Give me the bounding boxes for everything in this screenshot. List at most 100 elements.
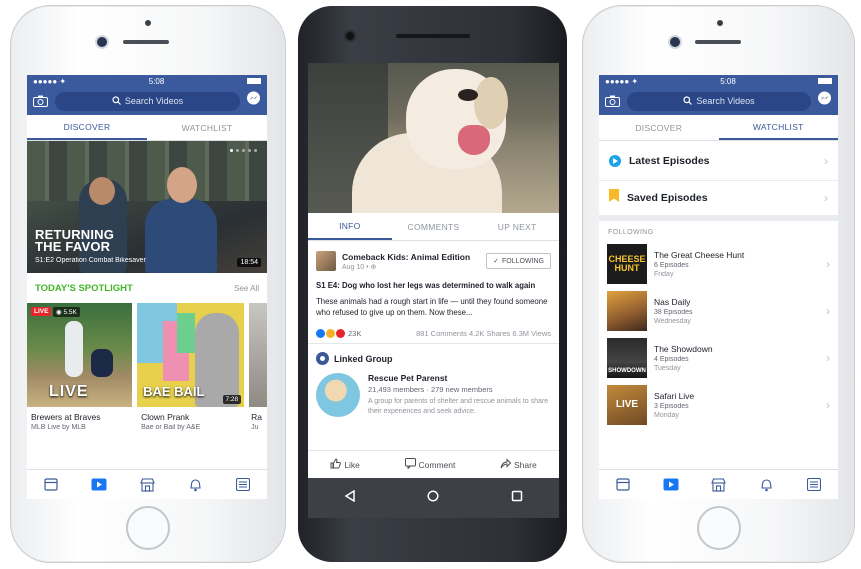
screen-video-info: INFO COMMENTS UP NEXT Comeback Kids: Ani… [308, 63, 559, 478]
dog-tongue [458, 125, 490, 155]
video-tabs: DISCOVER WATCHLIST [599, 115, 838, 141]
reactions[interactable]: 23K [316, 329, 361, 338]
search-input[interactable]: Search Videos [627, 91, 811, 111]
spotlight-card[interactable]: BAE BAIL 7:28 Clown Prank Bae or Bail by… [137, 303, 245, 431]
group-description: A group for parents of shelter and rescu… [368, 398, 549, 415]
hero-subtitle: S1:E2 Operation Combat Bikesaver [35, 257, 146, 264]
love-reaction-icon [336, 329, 345, 338]
back-triangle-icon[interactable] [344, 489, 356, 507]
group-members: 21,493 members · 279 new members [368, 385, 493, 394]
hero-title-line2: THE FAVOR [35, 239, 111, 254]
hero-video[interactable]: RETURNING THE FAVOR S1:E2 Operation Comb… [27, 141, 267, 273]
notifications-bell-icon[interactable] [758, 477, 774, 493]
home-button[interactable] [697, 506, 741, 550]
tab-discover[interactable]: DISCOVER [27, 115, 147, 140]
like-reaction-icon [316, 329, 325, 338]
show-title: Safari Live [654, 390, 695, 401]
show-row[interactable]: SHOWDOWN The Showdown 4 Episodes Tuesday… [599, 334, 838, 381]
card-thumbnail: LIVE ◉ 5.5K LIVE [27, 303, 133, 407]
dog-nose [458, 89, 478, 101]
following-button[interactable]: ✓ FOLLOWING [486, 253, 551, 269]
tab-watchlist[interactable]: WATCHLIST [718, 115, 838, 140]
marketplace-icon[interactable] [710, 477, 726, 493]
group-name[interactable]: Rescue Pet Parenst [368, 373, 551, 383]
linked-group-header: Linked Group [308, 344, 559, 369]
card-meta: Bae or Bail by A&E [141, 424, 201, 431]
show-episodes: 4 Episodes [654, 355, 689, 363]
bottom-nav [27, 469, 267, 499]
play-circle-icon [609, 154, 621, 167]
chevron-right-icon: › [824, 153, 828, 168]
like-button[interactable]: Like [330, 458, 360, 471]
show-episodes: 38 Episodes [654, 308, 693, 316]
tab-watchlist[interactable]: WATCHLIST [147, 115, 267, 140]
marketplace-icon[interactable] [139, 477, 155, 493]
viewer-count: ◉ 5.5K [53, 307, 80, 317]
search-placeholder: Search Videos [696, 96, 755, 106]
tab-discover[interactable]: DISCOVER [599, 115, 719, 140]
catcher-figure [91, 349, 113, 377]
recents-square-icon[interactable] [511, 489, 523, 507]
post-actions: Like Comment Share [308, 450, 559, 478]
host-right-head [167, 167, 197, 203]
latest-episodes-row[interactable]: Latest Episodes › [599, 141, 838, 181]
carousel-dots[interactable] [230, 149, 257, 152]
news-feed-icon[interactable] [43, 477, 59, 493]
page-name[interactable]: Comeback Kids: Animal Edition [342, 252, 480, 262]
search-input[interactable]: Search Videos [55, 91, 240, 111]
saved-episodes-row[interactable]: Saved Episodes › [599, 181, 838, 221]
show-row[interactable]: CHEESE HUNT The Great Cheese Hunt 6 Epis… [599, 240, 838, 287]
home-button[interactable] [126, 506, 170, 550]
show-day: Wednesday [654, 317, 691, 325]
dog-video-player[interactable] [308, 63, 559, 213]
chevron-right-icon: › [826, 397, 830, 412]
host-right-figure [145, 199, 217, 273]
linked-group-card[interactable]: Rescue Pet Parenst 21,493 members · 279 … [308, 369, 559, 421]
comment-button[interactable]: Comment [404, 458, 455, 471]
video-tab-icon[interactable] [91, 477, 107, 493]
battery-icon [817, 78, 832, 84]
home-circle-icon[interactable] [427, 489, 440, 507]
tab-up-next[interactable]: UP NEXT [475, 213, 559, 240]
menu-icon[interactable] [235, 477, 251, 493]
show-episodes: 3 Episodes [654, 402, 689, 410]
show-row[interactable]: Nas Daily 38 Episodes Wednesday › [599, 287, 838, 334]
card-meta: MLB Live by MLB [31, 424, 86, 431]
card-duration: 7:28 [222, 395, 242, 404]
host-left-head [89, 177, 115, 205]
linked-group-heading: Linked Group [334, 353, 393, 364]
chevron-right-icon: › [824, 191, 828, 205]
news-feed-icon[interactable] [615, 477, 631, 493]
android-nav-bar [308, 478, 559, 518]
share-button[interactable]: Share [500, 458, 537, 471]
spotlight-card[interactable]: Ra Ju [249, 303, 267, 431]
see-all-link[interactable]: See All [234, 284, 259, 293]
camera-icon[interactable] [605, 94, 621, 108]
post-header: Comeback Kids: Animal Edition Aug 10 • ⊕… [308, 241, 559, 275]
video-tab-icon[interactable] [663, 477, 679, 493]
top-bar: Search Videos [27, 87, 267, 115]
messenger-icon[interactable] [817, 91, 832, 111]
tab-comments[interactable]: COMMENTS [392, 213, 476, 240]
search-placeholder: Search Videos [124, 96, 184, 106]
notifications-bell-icon[interactable] [187, 477, 203, 493]
share-icon [500, 458, 512, 471]
status-bar: ●●●●● ✦ 5:08 [599, 75, 838, 87]
iphone-left: ●●●●● ✦ 5:08 Search Videos DISCOVER WATC… [10, 5, 286, 563]
spotlight-header: TODAY'S SPOTLIGHT See All [27, 273, 267, 303]
card-thumbnail [249, 303, 267, 407]
tab-info[interactable]: INFO [308, 213, 392, 240]
card-meta: Ju [251, 424, 259, 431]
camera-icon[interactable] [33, 94, 49, 108]
show-row[interactable]: LIVE Safari Live 3 Episodes Monday › [599, 381, 838, 428]
checkmark-icon: ✓ [493, 258, 499, 265]
iphone-right: ●●●●● ✦ 5:08 Search Videos DISCOVER WATC… [582, 5, 855, 563]
menu-icon[interactable] [806, 477, 822, 493]
card-thumbnail: BAE BAIL 7:28 [137, 303, 245, 407]
earpiece-speaker [695, 40, 741, 44]
android-phone: INFO COMMENTS UP NEXT Comeback Kids: Ani… [298, 6, 567, 562]
spotlight-card[interactable]: LIVE ◉ 5.5K LIVE Brewers at Braves MLB L… [27, 303, 133, 431]
messenger-icon[interactable] [246, 91, 261, 111]
show-day: Monday [654, 411, 679, 419]
page-avatar[interactable] [316, 251, 336, 271]
